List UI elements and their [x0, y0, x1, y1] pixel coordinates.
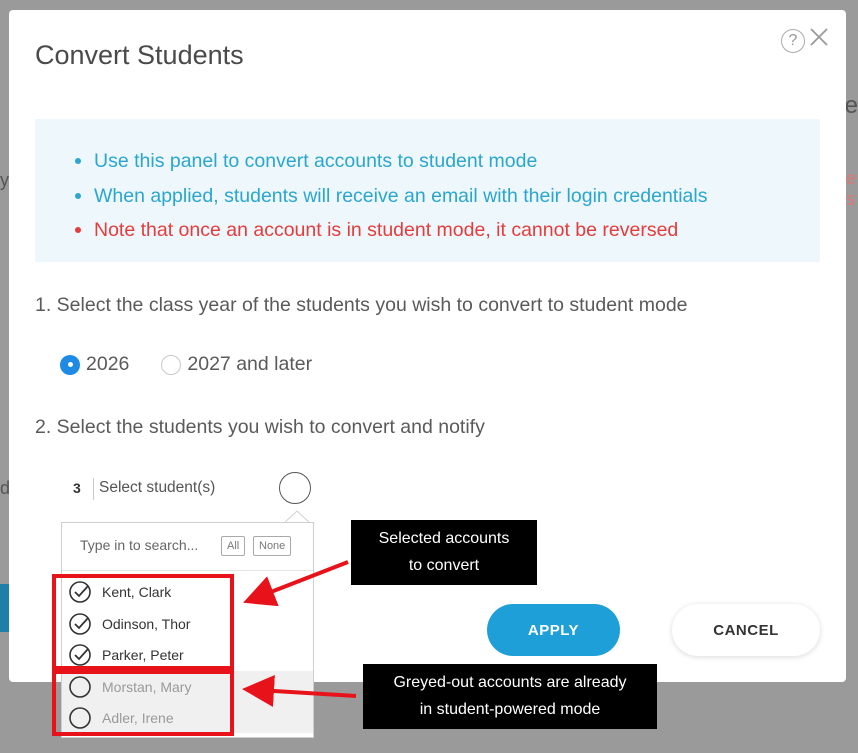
callout-line: to convert [408, 557, 480, 574]
callout-line: Greyed-out accounts are already [393, 674, 627, 691]
arrow-to-greyed-icon [242, 675, 357, 707]
selected-accounts-callout: Selected accounts to convert [351, 520, 537, 585]
callout-line: Selected accounts [378, 530, 510, 547]
arrow-to-selected-icon [243, 560, 349, 607]
greyed-accounts-callout: Greyed-out accounts are already in stude… [363, 664, 657, 729]
callout-line: in student-powered mode [419, 701, 601, 718]
annotation-arrows [242, 560, 357, 707]
